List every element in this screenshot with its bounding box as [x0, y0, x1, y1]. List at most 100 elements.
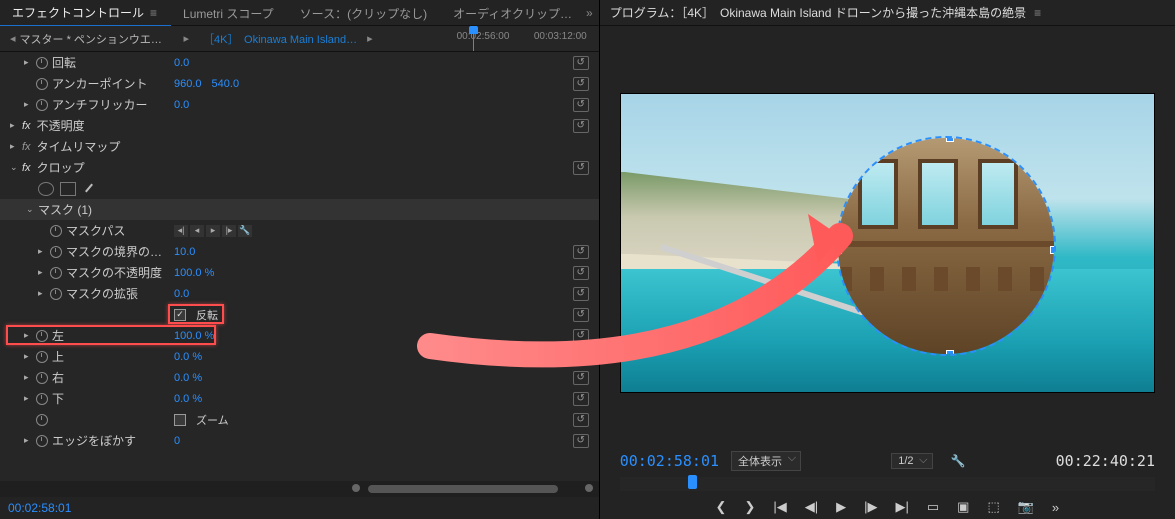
tabs-overflow-icon[interactable]: »	[586, 6, 599, 20]
disclosure-icon[interactable]: ▸	[38, 267, 46, 278]
scroll-thumb[interactable]	[368, 485, 558, 493]
param-value[interactable]: 0.0 %	[174, 372, 202, 384]
disclosure-icon[interactable]: ▸	[10, 120, 18, 131]
stopwatch-icon[interactable]	[36, 435, 48, 447]
track-next-button[interactable]: |▸	[222, 225, 236, 237]
param-value-x[interactable]: 960.0	[174, 78, 202, 90]
mask-pen-button[interactable]	[82, 182, 96, 196]
step-forward-button[interactable]: |▶	[864, 499, 877, 515]
tab-effect-controls[interactable]: エフェクトコントロール≡	[0, 0, 171, 27]
mask-overlay[interactable]	[836, 136, 1056, 356]
stopwatch-icon[interactable]	[36, 414, 48, 426]
program-ruler[interactable]	[620, 477, 1155, 491]
lift-button[interactable]: ▭	[927, 499, 939, 515]
param-value-y[interactable]: 540.0	[212, 78, 240, 90]
export-frame-button[interactable]: ⬚	[987, 499, 999, 515]
reset-button[interactable]: ↺	[573, 266, 589, 280]
mark-in-button[interactable]: ❮	[716, 499, 727, 515]
panel-menu-icon[interactable]: ≡	[150, 6, 157, 20]
resolution-select[interactable]: 1/2	[891, 453, 932, 469]
zoom-checkbox[interactable]	[174, 414, 186, 426]
fx-badge-icon[interactable]: fx	[22, 162, 31, 174]
param-value[interactable]: 0.0 %	[174, 393, 202, 405]
stopwatch-icon[interactable]	[36, 351, 48, 363]
zoom-fit-select[interactable]: 全体表示	[731, 451, 801, 471]
reset-button[interactable]: ↺	[573, 413, 589, 427]
mask-item[interactable]: ⌄マスク (1)	[0, 199, 599, 220]
scroll-handle-icon[interactable]	[352, 484, 360, 492]
footer-timecode[interactable]: 00:02:58:01	[0, 497, 599, 519]
stopwatch-icon[interactable]	[36, 330, 48, 342]
mini-timeline[interactable]: 00:02:56:00 00:03:12:00	[385, 26, 593, 51]
param-value[interactable]: 0.0	[174, 288, 189, 300]
disclosure-icon[interactable]: ▸	[24, 99, 32, 110]
chevron-right-icon[interactable]: ▸	[367, 32, 373, 45]
disclosure-icon[interactable]: ▸	[10, 141, 18, 152]
track-settings-button[interactable]: 🔧	[238, 225, 252, 237]
settings-wrench-icon[interactable]: 🔧	[951, 454, 966, 468]
mask-ellipse-button[interactable]	[38, 182, 54, 196]
disclosure-icon[interactable]: ▸	[38, 246, 46, 257]
reset-button[interactable]: ↺	[573, 329, 589, 343]
mask-handle[interactable]	[946, 350, 954, 356]
disclosure-icon[interactable]: ▸	[24, 57, 32, 68]
stopwatch-icon[interactable]	[50, 225, 62, 237]
reset-button[interactable]: ↺	[573, 245, 589, 259]
snapshot-button[interactable]: 📷	[1018, 499, 1034, 515]
stopwatch-icon[interactable]	[36, 393, 48, 405]
reset-button[interactable]: ↺	[573, 434, 589, 448]
fx-badge-icon[interactable]: fx	[22, 141, 31, 153]
param-value[interactable]: 0.0	[174, 57, 189, 69]
disclosure-icon[interactable]: ▸	[24, 351, 32, 362]
playhead-icon[interactable]	[688, 475, 697, 489]
param-value[interactable]: 0.0 %	[174, 351, 202, 363]
param-value[interactable]: 0.0	[174, 99, 189, 111]
scroll-handle-icon[interactable]	[585, 484, 593, 492]
disclosure-icon[interactable]: ▸	[24, 435, 32, 446]
fx-badge-icon[interactable]: fx	[22, 120, 31, 132]
program-monitor[interactable]	[600, 26, 1175, 445]
panel-menu-icon[interactable]: ≡	[1034, 6, 1041, 20]
chevron-left-icon[interactable]: ◂	[10, 32, 16, 45]
disclosure-icon[interactable]: ▸	[24, 393, 32, 404]
disclosure-icon[interactable]: ▸	[24, 372, 32, 383]
stopwatch-icon[interactable]	[36, 372, 48, 384]
disclosure-icon[interactable]: ▸	[38, 288, 46, 299]
goto-in-button[interactable]: |◀	[773, 499, 786, 515]
track-prev-button[interactable]: ◂	[190, 225, 204, 237]
horizontal-scrollbar[interactable]	[0, 481, 599, 497]
play-button[interactable]: ▶	[836, 499, 846, 515]
param-value[interactable]: 100.0 %	[174, 267, 214, 279]
invert-checkbox[interactable]: ✓	[174, 309, 186, 321]
reset-button[interactable]: ↺	[573, 98, 589, 112]
param-value[interactable]: 10.0	[174, 246, 195, 258]
stopwatch-icon[interactable]	[50, 246, 62, 258]
stopwatch-icon[interactable]	[50, 288, 62, 300]
reset-button[interactable]: ↺	[573, 371, 589, 385]
stopwatch-icon[interactable]	[36, 57, 48, 69]
reset-button[interactable]: ↺	[573, 308, 589, 322]
button-editor-button[interactable]: »	[1052, 500, 1059, 515]
mask-handle[interactable]	[946, 136, 954, 142]
stopwatch-icon[interactable]	[50, 267, 62, 279]
reset-button[interactable]: ↺	[573, 77, 589, 91]
reset-button[interactable]: ↺	[573, 119, 589, 133]
reset-button[interactable]: ↺	[573, 161, 589, 175]
extract-button[interactable]: ▣	[957, 499, 969, 515]
tab-audio[interactable]: オーディオクリップ…	[441, 0, 586, 26]
reset-button[interactable]: ↺	[573, 287, 589, 301]
current-timecode[interactable]: 00:02:58:01	[620, 452, 719, 470]
step-back-button[interactable]: ◀|	[805, 499, 818, 515]
playhead-icon[interactable]	[473, 26, 474, 51]
mask-rect-button[interactable]	[60, 182, 76, 196]
track-play-button[interactable]: ▸	[206, 225, 220, 237]
tab-lumetri[interactable]: Lumetri スコープ	[171, 0, 288, 26]
stopwatch-icon[interactable]	[36, 99, 48, 111]
nested-clip-label[interactable]: ［4K］ Okinawa Main Island…	[203, 31, 363, 47]
master-clip-label[interactable]: マスター * ペンションウエ…	[20, 31, 180, 47]
goto-out-button[interactable]: ▶|	[895, 499, 908, 515]
tab-source[interactable]: ソース：(クリップなし)	[288, 0, 441, 26]
mask-handle[interactable]	[1050, 246, 1056, 254]
param-value[interactable]: 100.0 %	[174, 330, 214, 342]
stopwatch-icon[interactable]	[36, 78, 48, 90]
